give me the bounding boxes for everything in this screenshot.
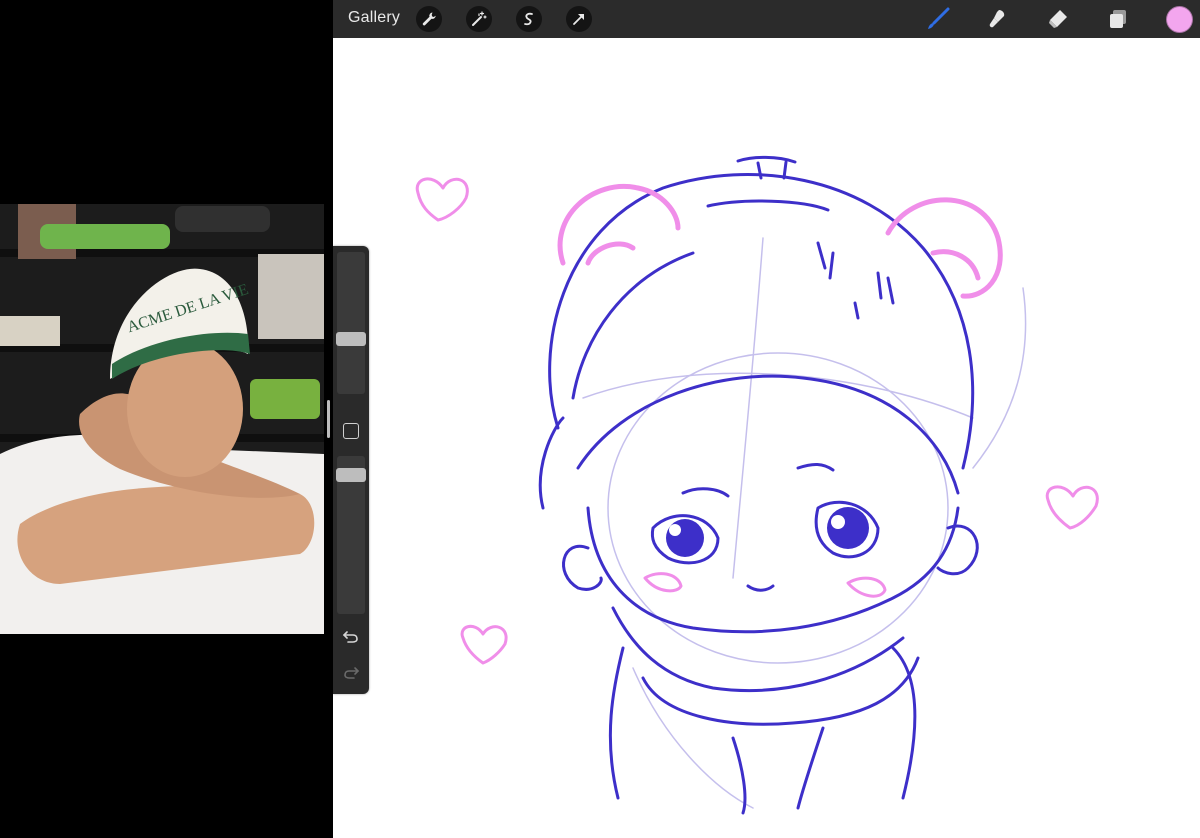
selection-icon — [524, 12, 533, 26]
drawing-canvas[interactable] — [333, 38, 1200, 838]
top-toolbar: Gallery — [333, 0, 1200, 38]
brush-opacity-slider[interactable] — [336, 456, 366, 614]
reference-photo: ACME DE LA VIE — [0, 204, 324, 634]
transform-arrow-icon — [573, 14, 584, 25]
gallery-button[interactable]: Gallery — [348, 9, 400, 27]
brush-sidebar — [333, 246, 369, 694]
color-picker-button[interactable] — [1166, 6, 1193, 33]
eraser-icon — [1049, 10, 1067, 28]
smudge-tool-button[interactable] — [984, 6, 1010, 32]
sketch-artwork — [415, 155, 1099, 815]
layers-icon — [1110, 10, 1126, 28]
modify-square-icon[interactable] — [343, 423, 359, 439]
actions-button[interactable] — [416, 6, 442, 32]
brush-size-handle[interactable] — [336, 332, 366, 346]
brush-icon — [928, 7, 950, 29]
layers-button[interactable] — [1105, 6, 1131, 32]
selection-button[interactable] — [516, 6, 542, 32]
undo-icon[interactable] — [341, 626, 361, 646]
smudge-icon — [989, 10, 1005, 28]
brush-size-slider[interactable] — [336, 252, 366, 394]
brush-opacity-handle[interactable] — [336, 468, 366, 482]
brush-tool-button[interactable] — [925, 6, 951, 32]
reference-photo-pane: ACME DE LA VIE — [0, 0, 333, 838]
split-view-drag-handle[interactable] — [327, 400, 330, 438]
transform-button[interactable] — [566, 6, 592, 32]
redo-icon[interactable] — [341, 662, 361, 682]
eraser-tool-button[interactable] — [1045, 6, 1071, 32]
wrench-icon — [422, 12, 436, 26]
adjustments-button[interactable] — [466, 6, 492, 32]
magic-wand-icon — [472, 11, 487, 26]
